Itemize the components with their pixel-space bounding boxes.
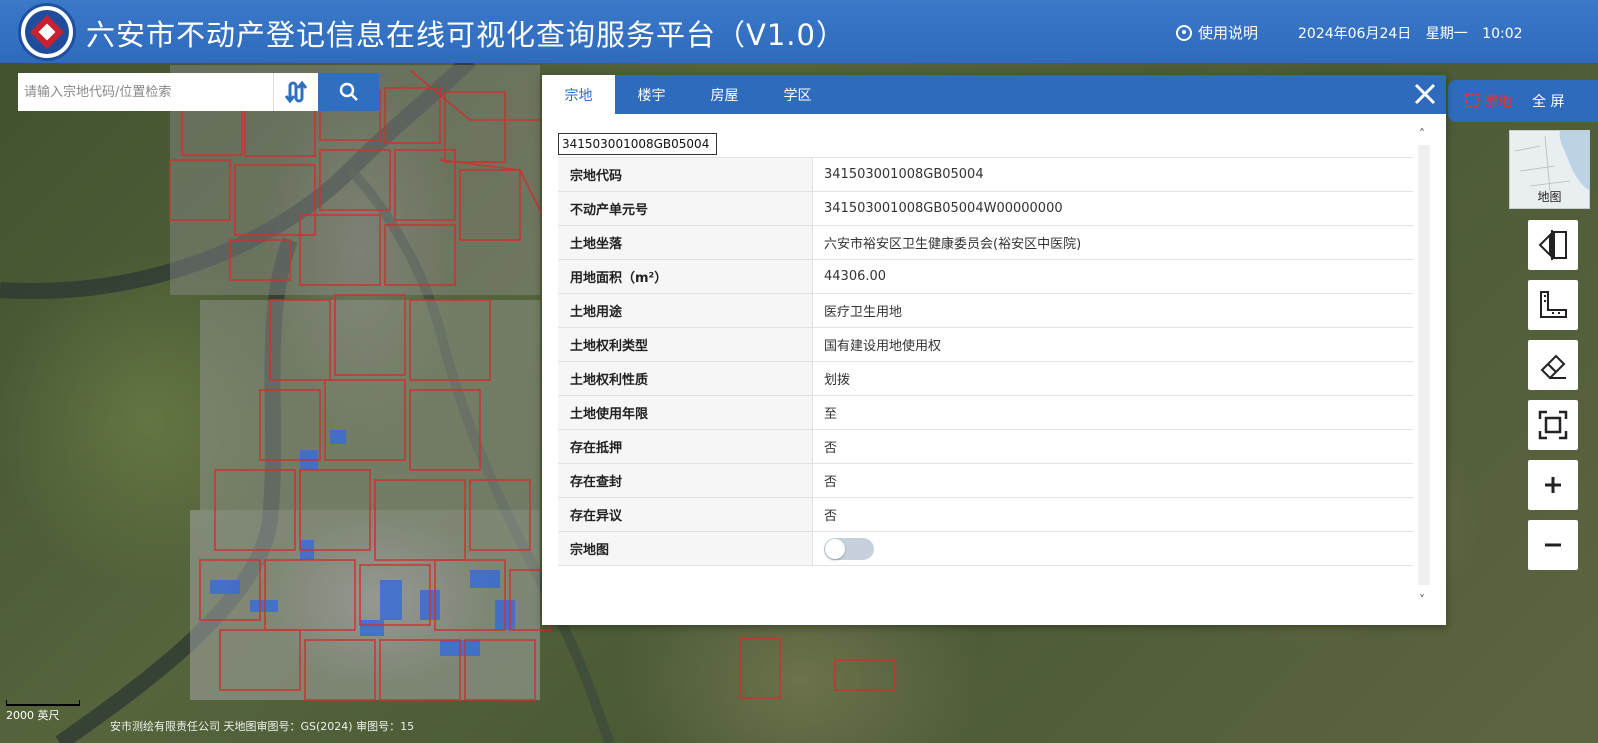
app-header: 六安市不动产登记信息在线可视化查询服务平台（V1.0） 使用说明 2024年06… [0, 0, 1598, 63]
panel-tabs: 宗地 楼宇 房屋 学区 [542, 75, 1446, 114]
attr-key: 土地权利性质 [558, 362, 813, 395]
zoom-in-button[interactable] [1528, 460, 1578, 510]
attr-key: 土地权利类型 [558, 328, 813, 361]
weekday-text: 星期一 [1425, 26, 1468, 42]
table-row: 存在查封否 [558, 464, 1413, 498]
tab-house[interactable]: 房屋 [688, 75, 761, 114]
attr-value: 至 [824, 407, 838, 422]
tab-building[interactable]: 楼宇 [615, 75, 688, 114]
scale-label: 2000 英尺 [6, 709, 60, 722]
basemap-label: 地图 [1537, 190, 1562, 204]
attr-value [813, 532, 1413, 565]
swap-icon [284, 80, 308, 104]
plus-icon [1545, 477, 1561, 493]
time-text: 10:02 [1482, 26, 1523, 42]
table-row: 土地坐落 六安市裕安区卫生健康委员会(裕安区中医院) [558, 226, 1413, 260]
date-text: 2024年06月24日 [1298, 26, 1412, 42]
map-scale: 2000 英尺 [6, 700, 80, 723]
table-row: 用地面积（m²） 44306.00 [558, 260, 1413, 294]
measure-tool-button[interactable] [1528, 280, 1578, 330]
help-label: 使用说明 [1198, 24, 1259, 42]
table-row: 不动产单元号 341503001008GB05004W00000000 [558, 192, 1413, 226]
scroll-track[interactable] [1418, 145, 1430, 585]
help-icon [1176, 24, 1192, 41]
full-extent-icon [1538, 410, 1568, 440]
help-link[interactable]: 使用说明 [1176, 22, 1258, 43]
attr-key: 土地用途 [558, 294, 813, 327]
scroll-up-icon[interactable]: ˄ [1419, 127, 1425, 141]
table-row: 宗地图 [558, 532, 1413, 566]
swipe-tool-button[interactable] [1528, 220, 1578, 270]
attr-value: 341503001008GB05004 [824, 167, 984, 182]
mode-bar: 宗地 全 屏 [1448, 80, 1598, 122]
map-attribution: 安市测绘有限责任公司 天地图审图号：GS(2024) 审图号：15 [110, 720, 415, 733]
attr-key: 土地坐落 [558, 226, 813, 259]
scroll-down-icon[interactable]: ˅ [1419, 593, 1425, 607]
attr-value: 否 [824, 509, 838, 524]
swipe-icon [1538, 230, 1567, 260]
parcel-attribute-table: 宗地代码 341503001008GB05004 不动产单元号 3415030010… [558, 157, 1413, 566]
basemap-switcher[interactable]: 地图 [1509, 130, 1590, 209]
attr-value: 国有建设用地使用权 [824, 339, 942, 354]
attr-value: 否 [824, 441, 838, 456]
table-row: 土地权利性质 划拨 [558, 362, 1413, 396]
attr-value: 六安市裕安区卫生健康委员会(裕安区中医院) [824, 237, 1082, 252]
tab-school-district[interactable]: 学区 [761, 75, 834, 114]
scale-bar [6, 700, 80, 706]
table-row: 宗地代码 341503001008GB05004 [558, 158, 1413, 192]
table-row: 土地用途 医疗卫生用地 [558, 294, 1413, 328]
app-title: 六安市不动产登记信息在线可视化查询服务平台（V1.0） [86, 18, 846, 52]
attr-value: 否 [824, 475, 838, 490]
attr-key: 存在查封 [558, 464, 813, 497]
panel-body: 341503001008GB05004 宗地代码 341503001008GB05… [558, 133, 1422, 566]
table-row: 土地使用年限至 [558, 396, 1413, 430]
zoom-out-button[interactable] [1528, 520, 1578, 570]
attr-key: 不动产单元号 [558, 192, 813, 225]
fullscreen-button[interactable]: 全 屏 [1532, 91, 1564, 111]
search-input[interactable] [18, 73, 273, 111]
attr-key: 土地使用年限 [558, 396, 813, 429]
attr-key: 用地面积（m²） [558, 260, 813, 293]
eraser-icon [1540, 354, 1566, 380]
parcel-code-select[interactable]: 341503001008GB05004 [558, 133, 717, 155]
table-row: 存在抵押否 [558, 430, 1413, 464]
clear-tool-button[interactable] [1528, 340, 1578, 390]
search-icon [339, 82, 358, 101]
table-row: 土地权利类型 国有建设用地使用权 [558, 328, 1413, 362]
attr-key: 存在抵押 [558, 430, 813, 463]
tab-parcel[interactable]: 宗地 [542, 75, 615, 114]
panel-scrollbar[interactable]: ˄ ˅ [1416, 127, 1432, 607]
parcel-map-toggle[interactable] [824, 537, 874, 560]
search-button[interactable] [318, 73, 379, 111]
parcel-mode-label: 宗地 [1484, 94, 1512, 110]
parcel-info-panel: 宗地 楼宇 房屋 学区 341503001008GB05004 宗地代码 3415… [542, 75, 1446, 625]
attr-value: 划拨 [824, 373, 851, 388]
attr-value: 医疗卫生用地 [824, 305, 903, 320]
swap-search-mode-button[interactable] [273, 73, 318, 111]
parcel-select-icon [1465, 94, 1479, 108]
parcel-mode-button[interactable]: 宗地 [1464, 91, 1512, 111]
close-icon[interactable] [1412, 81, 1438, 107]
datetime-display: 2024年06月24日 星期一 10:02 [1298, 23, 1533, 43]
attr-value: 341503001008GB05004W00000000 [824, 201, 1063, 216]
attr-value: 44306.00 [824, 269, 887, 284]
app-logo [18, 3, 76, 61]
attr-key: 宗地代码 [558, 158, 813, 191]
minus-icon [1545, 543, 1561, 547]
attr-key: 宗地图 [558, 532, 813, 565]
search-bar [18, 73, 379, 111]
measure-icon [1540, 291, 1567, 318]
full-extent-button[interactable] [1528, 400, 1578, 450]
attr-key: 存在异议 [558, 498, 813, 531]
table-row: 存在异议否 [558, 498, 1413, 532]
